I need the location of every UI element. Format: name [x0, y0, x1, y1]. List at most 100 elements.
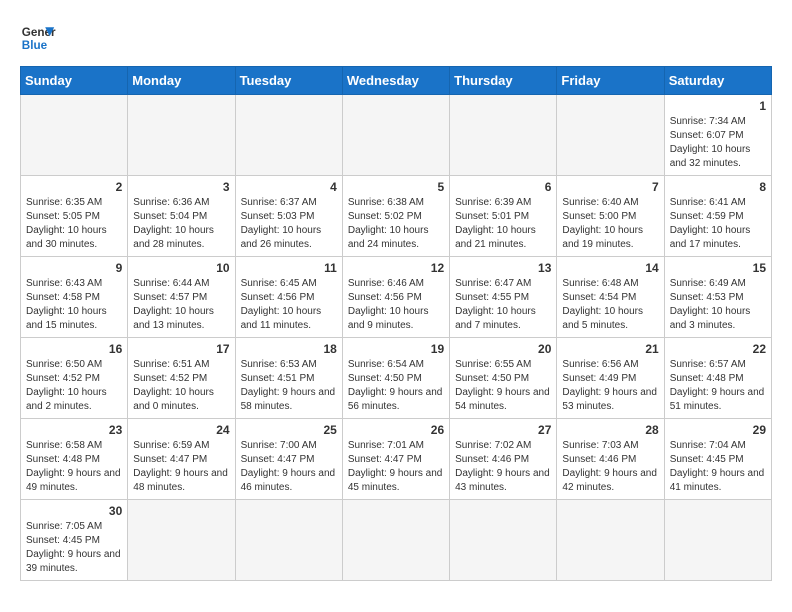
day-cell: 10 Sunrise: 6:44 AMSunset: 4:57 PMDayligh…	[128, 257, 235, 338]
day-info: Sunrise: 6:54 AMSunset: 4:50 PMDaylight:…	[348, 358, 444, 414]
day-cell: 6 Sunrise: 6:39 AMSunset: 5:01 PMDaylight…	[450, 176, 557, 257]
weekday-header-monday: Monday	[128, 67, 235, 95]
day-cell: 27Sunrise: 7:02 AMSunset: 4:46 PMDayligh…	[450, 419, 557, 500]
week-row-5: 30 Sunrise: 7:05 AMSunset: 4:45 PMDayligh…	[21, 500, 772, 581]
day-info: Sunrise: 6:43 AMSunset: 4:58 PMDaylight:…	[26, 277, 122, 333]
weekday-header-saturday: Saturday	[664, 67, 771, 95]
day-cell: 7 Sunrise: 6:40 AMSunset: 5:00 PMDaylight…	[557, 176, 664, 257]
day-number: 15	[670, 261, 766, 275]
day-cell	[664, 500, 771, 581]
day-cell: 29 Sunrise: 7:04 AMSunset: 4:45 PMDayligh…	[664, 419, 771, 500]
day-cell: 3 Sunrise: 6:36 AMSunset: 5:04 PMDaylight…	[128, 176, 235, 257]
day-info: Sunrise: 7:34 AMSunset: 6:07 PMDaylight:…	[670, 115, 766, 171]
day-info: Sunrise: 6:36 AMSunset: 5:04 PMDaylight:…	[133, 196, 229, 252]
day-info: Sunrise: 6:50 AMSunset: 4:52 PMDaylight:…	[26, 358, 122, 414]
day-cell	[557, 95, 664, 176]
day-number: 20	[455, 342, 551, 356]
day-cell: 19 Sunrise: 6:54 AMSunset: 4:50 PMDayligh…	[342, 338, 449, 419]
day-cell: 18 Sunrise: 6:53 AMSunset: 4:51 PMDayligh…	[235, 338, 342, 419]
calendar-table: SundayMondayTuesdayWednesdayThursdayFrid…	[20, 66, 772, 581]
week-row-4: 23Sunrise: 6:58 AMSunset: 4:48 PMDayligh…	[21, 419, 772, 500]
day-cell: 12Sunrise: 6:46 AMSunset: 4:56 PMDayligh…	[342, 257, 449, 338]
day-info: Sunrise: 6:37 AMSunset: 5:03 PMDaylight:…	[241, 196, 337, 252]
day-info: Sunrise: 6:41 AMSunset: 4:59 PMDaylight:…	[670, 196, 766, 252]
weekday-header-row: SundayMondayTuesdayWednesdayThursdayFrid…	[21, 67, 772, 95]
day-number: 26	[348, 423, 444, 437]
day-cell	[128, 500, 235, 581]
day-info: Sunrise: 6:58 AMSunset: 4:48 PMDaylight:…	[26, 439, 122, 495]
day-cell	[450, 500, 557, 581]
day-cell: 14Sunrise: 6:48 AMSunset: 4:54 PMDayligh…	[557, 257, 664, 338]
weekday-header-friday: Friday	[557, 67, 664, 95]
day-number: 25	[241, 423, 337, 437]
day-number: 6	[455, 180, 551, 194]
day-info: Sunrise: 6:57 AMSunset: 4:48 PMDaylight:…	[670, 358, 766, 414]
day-cell: 22Sunrise: 6:57 AMSunset: 4:48 PMDayligh…	[664, 338, 771, 419]
day-number: 29	[670, 423, 766, 437]
day-info: Sunrise: 6:38 AMSunset: 5:02 PMDaylight:…	[348, 196, 444, 252]
day-number: 3	[133, 180, 229, 194]
day-cell	[450, 95, 557, 176]
day-number: 17	[133, 342, 229, 356]
day-number: 16	[26, 342, 122, 356]
day-cell	[342, 95, 449, 176]
day-number: 24	[133, 423, 229, 437]
day-cell: 4 Sunrise: 6:37 AMSunset: 5:03 PMDaylight…	[235, 176, 342, 257]
day-cell: 17Sunrise: 6:51 AMSunset: 4:52 PMDayligh…	[128, 338, 235, 419]
day-cell: 26 Sunrise: 7:01 AMSunset: 4:47 PMDayligh…	[342, 419, 449, 500]
svg-text:Blue: Blue	[22, 39, 48, 52]
week-row-3: 16 Sunrise: 6:50 AMSunset: 4:52 PMDayligh…	[21, 338, 772, 419]
day-number: 18	[241, 342, 337, 356]
day-info: Sunrise: 7:01 AMSunset: 4:47 PMDaylight:…	[348, 439, 444, 495]
day-number: 27	[455, 423, 551, 437]
logo-icon: General Blue	[20, 20, 56, 56]
day-number: 28	[562, 423, 658, 437]
day-cell	[342, 500, 449, 581]
day-number: 21	[562, 342, 658, 356]
day-number: 10	[133, 261, 229, 275]
day-cell: 20Sunrise: 6:55 AMSunset: 4:50 PMDayligh…	[450, 338, 557, 419]
day-info: Sunrise: 7:05 AMSunset: 4:45 PMDaylight:…	[26, 520, 122, 576]
weekday-header-wednesday: Wednesday	[342, 67, 449, 95]
day-info: Sunrise: 7:00 AMSunset: 4:47 PMDaylight:…	[241, 439, 337, 495]
day-number: 11	[241, 261, 337, 275]
day-info: Sunrise: 7:04 AMSunset: 4:45 PMDaylight:…	[670, 439, 766, 495]
day-cell: 1 Sunrise: 7:34 AMSunset: 6:07 PMDaylight…	[664, 95, 771, 176]
day-info: Sunrise: 6:44 AMSunset: 4:57 PMDaylight:…	[133, 277, 229, 333]
weekday-header-tuesday: Tuesday	[235, 67, 342, 95]
day-info: Sunrise: 6:39 AMSunset: 5:01 PMDaylight:…	[455, 196, 551, 252]
day-number: 19	[348, 342, 444, 356]
day-number: 2	[26, 180, 122, 194]
day-cell	[235, 95, 342, 176]
day-cell: 5 Sunrise: 6:38 AMSunset: 5:02 PMDaylight…	[342, 176, 449, 257]
day-number: 5	[348, 180, 444, 194]
day-info: Sunrise: 7:03 AMSunset: 4:46 PMDaylight:…	[562, 439, 658, 495]
week-row-2: 9Sunrise: 6:43 AMSunset: 4:58 PMDaylight…	[21, 257, 772, 338]
day-number: 1	[670, 99, 766, 113]
day-number: 13	[455, 261, 551, 275]
day-cell: 11 Sunrise: 6:45 AMSunset: 4:56 PMDayligh…	[235, 257, 342, 338]
day-cell	[128, 95, 235, 176]
day-info: Sunrise: 6:40 AMSunset: 5:00 PMDaylight:…	[562, 196, 658, 252]
day-cell: 25 Sunrise: 7:00 AMSunset: 4:47 PMDayligh…	[235, 419, 342, 500]
day-info: Sunrise: 6:56 AMSunset: 4:49 PMDaylight:…	[562, 358, 658, 414]
week-row-0: 1 Sunrise: 7:34 AMSunset: 6:07 PMDaylight…	[21, 95, 772, 176]
day-cell: 8Sunrise: 6:41 AMSunset: 4:59 PMDaylight…	[664, 176, 771, 257]
day-info: Sunrise: 6:49 AMSunset: 4:53 PMDaylight:…	[670, 277, 766, 333]
day-info: Sunrise: 6:53 AMSunset: 4:51 PMDaylight:…	[241, 358, 337, 414]
header: General Blue	[20, 20, 772, 56]
day-number: 14	[562, 261, 658, 275]
logo: General Blue	[20, 20, 56, 56]
day-number: 4	[241, 180, 337, 194]
day-cell	[21, 95, 128, 176]
day-cell: 15 Sunrise: 6:49 AMSunset: 4:53 PMDayligh…	[664, 257, 771, 338]
day-number: 7	[562, 180, 658, 194]
day-info: Sunrise: 6:45 AMSunset: 4:56 PMDaylight:…	[241, 277, 337, 333]
day-cell: 9Sunrise: 6:43 AMSunset: 4:58 PMDaylight…	[21, 257, 128, 338]
day-cell: 16 Sunrise: 6:50 AMSunset: 4:52 PMDayligh…	[21, 338, 128, 419]
day-info: Sunrise: 6:46 AMSunset: 4:56 PMDaylight:…	[348, 277, 444, 333]
day-cell: 21 Sunrise: 6:56 AMSunset: 4:49 PMDayligh…	[557, 338, 664, 419]
day-number: 30	[26, 504, 122, 518]
day-info: Sunrise: 6:47 AMSunset: 4:55 PMDaylight:…	[455, 277, 551, 333]
day-cell: 23Sunrise: 6:58 AMSunset: 4:48 PMDayligh…	[21, 419, 128, 500]
